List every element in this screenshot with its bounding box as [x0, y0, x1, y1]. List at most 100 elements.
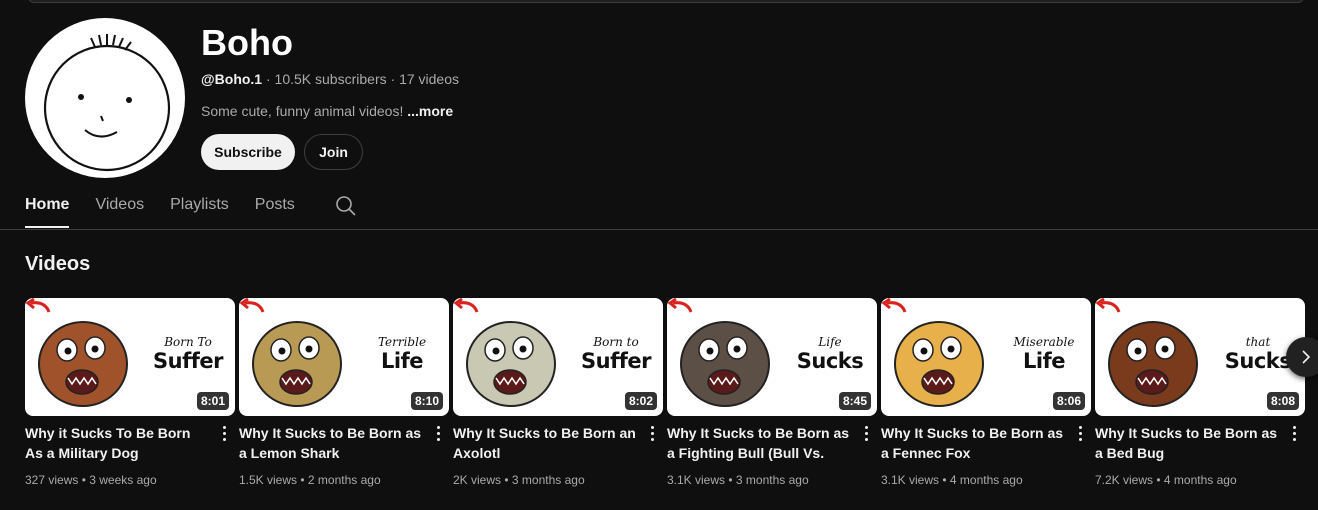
caption-top: that: [1245, 335, 1271, 349]
caption-top: Terrible: [377, 335, 427, 349]
channel-page: Boho @Boho.1 · 10.5K subscribers · 17 vi…: [0, 0, 1318, 510]
more-options-icon[interactable]: [217, 423, 231, 443]
video-thumbnail[interactable]: that Sucks 8:08: [1095, 298, 1305, 416]
video-card[interactable]: Born to Suffer 8:02 Why It Sucks to Be B…: [453, 298, 663, 487]
chevron-right-icon: [1302, 350, 1311, 364]
upload-age: 2 months ago: [307, 473, 381, 487]
duration-badge: 8:10: [410, 392, 443, 410]
view-count: 327 views: [25, 473, 79, 487]
video-thumbnail[interactable]: Born To Suffer 8:01: [25, 298, 235, 416]
meta-separator: •: [939, 473, 950, 487]
search-bar-edge: [28, 0, 1304, 3]
video-thumbnail[interactable]: Miserable Life 8:06: [881, 298, 1091, 416]
caption-big: Suffer: [581, 349, 651, 373]
view-count: 3.1K views: [881, 473, 940, 487]
thumbnail-caption: Born to Suffer: [577, 312, 655, 372]
more-options-icon[interactable]: [1287, 423, 1301, 443]
video-thumbnail[interactable]: Life Sucks 8:45: [667, 298, 877, 416]
tab-playlists[interactable]: Playlists: [170, 190, 229, 228]
duration-badge: 8:06: [1052, 392, 1085, 410]
more-link[interactable]: ...more: [407, 103, 453, 119]
video-card[interactable]: Terrible Life 8:10 Why It Sucks to Be Bo…: [239, 298, 449, 487]
section-title[interactable]: Videos: [25, 253, 90, 276]
video-stats: 1.5K views • 2 months ago: [239, 473, 381, 487]
channel-handle: @Boho.1: [201, 71, 263, 87]
video-card[interactable]: Miserable Life 8:06 Why It Sucks to Be B…: [881, 298, 1091, 487]
video-stats: 3.1K views • 3 months ago: [667, 473, 809, 487]
channel-tabs: Home Videos Playlists Posts: [25, 190, 321, 230]
caption-top: Miserable: [1013, 335, 1075, 349]
video-card[interactable]: Life Sucks 8:45 Why It Sucks to Be Born …: [667, 298, 877, 487]
description-text: Some cute, funny animal videos!: [201, 103, 404, 119]
caption-top: Born To: [164, 335, 212, 349]
curved-arrow-icon: [239, 298, 265, 313]
video-card[interactable]: that Sucks 8:08 Why It Sucks to Be Born …: [1095, 298, 1305, 487]
video-thumbnail[interactable]: Born to Suffer 8:02: [453, 298, 663, 416]
video-title[interactable]: Why It Sucks to Be Born as a Fighting Bu…: [667, 423, 852, 463]
caption-big: Sucks: [796, 349, 864, 373]
duration-badge: 8:45: [838, 392, 871, 410]
upload-age: 4 months ago: [1163, 473, 1237, 487]
tab-videos[interactable]: Videos: [95, 190, 144, 228]
upload-age: 3 months ago: [735, 473, 809, 487]
video-title[interactable]: Why It Sucks to Be Born as a Fennec Fox: [881, 423, 1066, 463]
subscribe-button[interactable]: Subscribe: [201, 134, 295, 170]
view-count: 3.1K views: [667, 473, 726, 487]
meta-separator: •: [725, 473, 736, 487]
thumbnail-caption: Miserable Life: [1005, 312, 1083, 372]
thumbnail-caption: Terrible Life: [363, 312, 441, 372]
search-icon[interactable]: [335, 195, 357, 217]
video-title[interactable]: Why It Sucks to Be Born as a Bed Bug: [1095, 423, 1280, 463]
tabs-divider: [0, 229, 1318, 230]
duration-badge: 8:01: [196, 392, 229, 410]
join-button[interactable]: Join: [304, 134, 363, 170]
thumbnail-caption: Born To Suffer: [149, 312, 227, 372]
upload-age: 4 months ago: [949, 473, 1023, 487]
more-options-icon[interactable]: [431, 423, 445, 443]
curved-arrow-icon: [25, 298, 51, 313]
curved-arrow-icon: [453, 298, 479, 313]
channel-name: Boho: [201, 22, 293, 63]
view-count: 1.5K views: [239, 473, 298, 487]
meta-separator: ·: [386, 71, 400, 87]
upload-age: 3 months ago: [511, 473, 585, 487]
video-stats: 3.1K views • 4 months ago: [881, 473, 1023, 487]
video-count: 17 videos: [399, 71, 459, 87]
meta-separator: •: [78, 473, 90, 487]
thumbnail-caption: that Sucks: [1219, 312, 1297, 372]
video-title[interactable]: Why It Sucks to Be Born an Axolotl: [453, 423, 638, 463]
caption-big: Life: [1023, 349, 1065, 373]
video-stats: 327 views • 3 weeks ago: [25, 473, 157, 487]
video-title[interactable]: Why it Sucks To Be Born As a Military Do…: [25, 423, 210, 463]
more-options-icon[interactable]: [1073, 423, 1087, 443]
curved-arrow-icon: [1095, 298, 1121, 313]
duration-badge: 8:02: [624, 392, 657, 410]
curved-arrow-icon: [881, 298, 907, 313]
tab-home[interactable]: Home: [25, 190, 70, 228]
thumbnail-caption: Life Sucks: [791, 312, 869, 372]
meta-separator: •: [1153, 473, 1164, 487]
view-count: 2K views: [453, 473, 502, 487]
more-options-icon[interactable]: [859, 423, 873, 443]
channel-meta: @Boho.1 · 10.5K subscribers · 17 videos: [201, 71, 459, 87]
curved-arrow-icon: [667, 298, 693, 313]
avatar[interactable]: [25, 18, 185, 178]
meta-separator: ·: [262, 71, 275, 87]
video-thumbnail[interactable]: Terrible Life 8:10: [239, 298, 449, 416]
caption-big: Life: [381, 349, 423, 373]
caption-big: Suffer: [153, 349, 223, 373]
subscriber-count: 10.5K subscribers: [274, 71, 387, 87]
tab-posts[interactable]: Posts: [255, 190, 295, 228]
caption-top: Born to: [593, 335, 639, 349]
meta-separator: •: [297, 473, 308, 487]
view-count: 7.2K views: [1095, 473, 1154, 487]
channel-description[interactable]: Some cute, funny animal videos! ...more: [201, 103, 453, 119]
video-card[interactable]: Born To Suffer 8:01 Why it Sucks To Be B…: [25, 298, 235, 487]
more-options-icon[interactable]: [645, 423, 659, 443]
next-button[interactable]: [1286, 337, 1318, 377]
video-title[interactable]: Why It Sucks to Be Born as a Lemon Shark: [239, 423, 424, 463]
duration-badge: 8:08: [1266, 392, 1299, 410]
video-stats: 2K views • 3 months ago: [453, 473, 585, 487]
avatar-face-drawing: [43, 34, 171, 172]
video-stats: 7.2K views • 4 months ago: [1095, 473, 1237, 487]
